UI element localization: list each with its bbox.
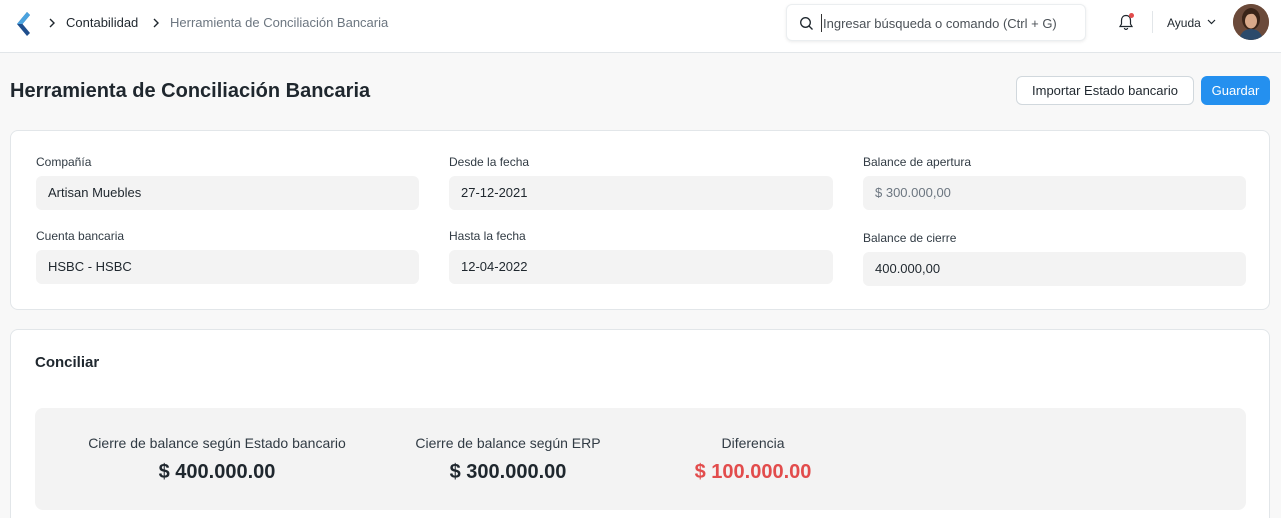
page-title: Herramienta de Conciliación Bancaria (10, 80, 371, 102)
navbar: Contabilidad Herramienta de Conciliación… (0, 0, 1281, 53)
from-date-label: Desde la fecha (449, 155, 530, 169)
app-logo-icon[interactable] (14, 10, 32, 38)
avatar-image (1233, 4, 1269, 40)
breadcrumb-contabilidad[interactable]: Contabilidad (66, 15, 138, 31)
notification-indicator (1129, 13, 1134, 18)
summary-label: Diferencia (721, 435, 785, 451)
help-dropdown[interactable]: Ayuda (1167, 15, 1201, 31)
search-box[interactable] (786, 4, 1086, 41)
company-field[interactable]: Artisan Muebles (36, 176, 419, 210)
user-avatar[interactable] (1233, 4, 1269, 40)
bank-account-field[interactable]: HSBC - HSBC (36, 250, 419, 284)
closing-balance-label: Balance de cierre (863, 231, 957, 245)
to-date-field[interactable]: 12-04-2022 (449, 250, 833, 284)
reconcile-summary: Cierre de balance según Estado bancario … (35, 408, 1246, 510)
reconcile-section-title: Conciliar (35, 354, 100, 371)
company-label: Compañía (36, 155, 92, 169)
import-bank-statement-button[interactable]: Importar Estado bancario (1016, 76, 1194, 105)
opening-balance-field: $ 300.000,00 (863, 176, 1246, 210)
search-icon (800, 17, 813, 30)
chevron-right-icon (49, 18, 55, 28)
summary-value: $ 400.000.00 (158, 461, 276, 483)
summary-label: Cierre de balance según Estado bancario (88, 435, 346, 451)
filters-card: Compañía Artisan Muebles Cuenta bancaria… (10, 130, 1270, 310)
difference-value: $ 100.000.00 (694, 461, 812, 483)
closing-balance-field[interactable]: 400.000,00 (863, 252, 1246, 286)
chevron-down-icon[interactable] (1207, 19, 1216, 25)
save-button[interactable]: Guardar (1201, 76, 1270, 105)
search-input[interactable] (821, 14, 1081, 32)
chevron-right-icon (153, 18, 159, 28)
breadcrumb-current[interactable]: Herramienta de Conciliación Bancaria (170, 15, 388, 31)
bank-account-label: Cuenta bancaria (36, 229, 125, 243)
to-date-label: Hasta la fecha (449, 229, 526, 243)
navbar-divider (1152, 11, 1153, 33)
reconcile-card: Conciliar Cierre de balance según Estado… (10, 329, 1270, 518)
from-date-field[interactable]: 27-12-2021 (449, 176, 833, 210)
opening-balance-label: Balance de apertura (863, 155, 972, 169)
